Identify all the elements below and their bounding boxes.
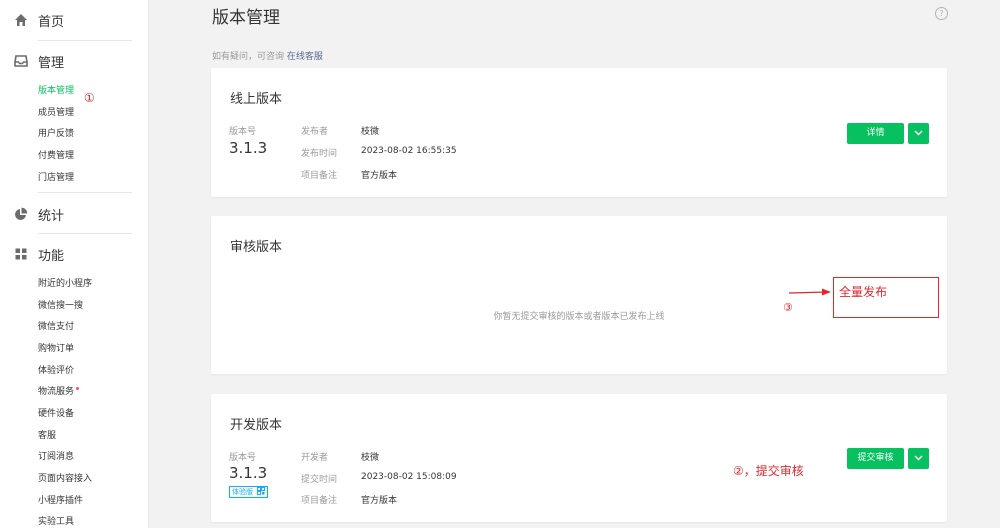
sidebar-item-logistics[interactable]: 物流服务 xyxy=(38,386,80,398)
sidebar-item-home[interactable]: 首页 xyxy=(0,8,148,32)
details-button[interactable]: 详情 xyxy=(847,123,904,144)
developer-value: 枝微 xyxy=(361,453,380,463)
sidebar-item-subscribe-message[interactable]: 订阅消息 xyxy=(38,451,74,463)
publish-time-label: 发布时间 xyxy=(301,149,338,159)
annotation-step-one: ① xyxy=(84,91,95,105)
submit-review-button[interactable]: 提交审核 xyxy=(847,448,904,469)
sidebar-item-wechat-search[interactable]: 微信搜一搜 xyxy=(38,300,83,312)
pie-chart-icon xyxy=(15,207,28,220)
grid-icon xyxy=(15,248,27,260)
sidebar-item-payment-manage[interactable]: 付费管理 xyxy=(38,150,74,162)
sidebar-item-user-feedback[interactable]: 用户反馈 xyxy=(38,128,74,140)
sidebar-item-page-content[interactable]: 页面内容接入 xyxy=(38,473,92,485)
trial-version-label: 体验版 xyxy=(232,488,253,496)
remark-value: 官方版本 xyxy=(361,171,398,181)
sidebar-section-stats[interactable]: 统计 xyxy=(0,202,148,226)
sidebar-divider xyxy=(38,192,132,193)
submit-time-label: 提交时间 xyxy=(301,475,338,485)
annotation-box-text: 全量发布 xyxy=(839,285,888,299)
sidebar-item-store-manage[interactable]: 门店管理 xyxy=(38,172,74,184)
sidebar-section-features[interactable]: 功能 xyxy=(0,242,148,266)
submit-time-value: 2023-08-02 15:08:09 xyxy=(361,472,457,482)
publish-time-value: 2023-08-02 16:55:35 xyxy=(361,146,457,156)
remark-label: 项目备注 xyxy=(301,496,338,506)
sidebar-item-plugins[interactable]: 小程序插件 xyxy=(38,495,83,507)
annotation-step-three: ③ xyxy=(783,301,793,314)
qrcode-icon xyxy=(257,487,266,495)
annotation-box: 全量发布 xyxy=(833,277,939,318)
sidebar-item-customer-service[interactable]: 客服 xyxy=(38,430,56,442)
sidebar-home-label: 首页 xyxy=(38,15,65,30)
dev-version-title: 开发版本 xyxy=(230,418,283,433)
version-number-label: 版本号 xyxy=(229,127,257,137)
review-version-title: 审核版本 xyxy=(230,240,283,255)
sidebar-section-manage[interactable]: 管理 xyxy=(0,49,148,73)
sidebar: 首页 管理 版本管理 成员管理 用户反馈 付费管理 门店管理 统计 功能 附近的… xyxy=(0,0,149,528)
sidebar-stats-label: 统计 xyxy=(38,209,65,224)
version-number-label: 版本号 xyxy=(229,453,257,463)
sidebar-divider xyxy=(38,40,132,41)
publisher-value: 枝微 xyxy=(361,127,380,137)
annotation-step-two: ②，提交审核 xyxy=(733,464,804,478)
sidebar-divider xyxy=(38,233,132,234)
online-service-link[interactable]: 在线客服 xyxy=(287,52,323,62)
inbox-icon xyxy=(14,55,28,67)
sidebar-item-member-manage[interactable]: 成员管理 xyxy=(38,107,74,119)
logistics-label: 物流服务 xyxy=(38,387,75,397)
chevron-down-icon xyxy=(914,130,923,136)
online-version-card: 线上版本 版本号 3.1.3 发布者 枝微 发布时间 2023-08-02 16… xyxy=(211,68,947,197)
sidebar-item-version-manage[interactable]: 版本管理 xyxy=(38,85,74,97)
sidebar-item-shopping-orders[interactable]: 购物订单 xyxy=(38,343,74,355)
online-version-number: 3.1.3 xyxy=(229,139,268,157)
developer-label: 开发者 xyxy=(301,453,329,463)
help-prefix: 如有疑问，可咨询 xyxy=(212,52,285,62)
dev-version-card: 开发版本 版本号 3.1.3 体验版 开发者 枝微 提交时间 2023-08-0… xyxy=(211,394,947,522)
online-version-title: 线上版本 xyxy=(230,92,283,107)
home-icon xyxy=(15,14,27,26)
publisher-label: 发布者 xyxy=(301,127,329,137)
sidebar-manage-label: 管理 xyxy=(38,56,65,71)
sidebar-item-nearby-miniprogram[interactable]: 附近的小程序 xyxy=(38,278,92,290)
notification-dot xyxy=(76,387,80,390)
sidebar-item-lab-tools[interactable]: 实验工具 xyxy=(38,516,74,528)
remark-label: 项目备注 xyxy=(301,171,338,181)
help-line: 如有疑问，可咨询 在线客服 xyxy=(212,49,323,62)
remark-value: 官方版本 xyxy=(361,496,398,506)
help-icon[interactable]: ? xyxy=(935,7,948,20)
annotation-arrow-icon xyxy=(788,288,831,296)
sidebar-item-wechat-pay[interactable]: 微信支付 xyxy=(38,321,74,333)
online-dropdown-button[interactable] xyxy=(908,123,929,144)
trial-version-tag[interactable]: 体验版 xyxy=(229,486,269,498)
sidebar-item-experience-review[interactable]: 体验评价 xyxy=(38,365,74,377)
sidebar-features-label: 功能 xyxy=(38,249,65,264)
page-title: 版本管理 xyxy=(212,8,280,28)
dev-version-number: 3.1.3 xyxy=(229,464,268,482)
dev-dropdown-button[interactable] xyxy=(908,448,929,469)
sidebar-item-hardware[interactable]: 硬件设备 xyxy=(38,408,74,420)
chevron-down-icon xyxy=(914,455,923,461)
